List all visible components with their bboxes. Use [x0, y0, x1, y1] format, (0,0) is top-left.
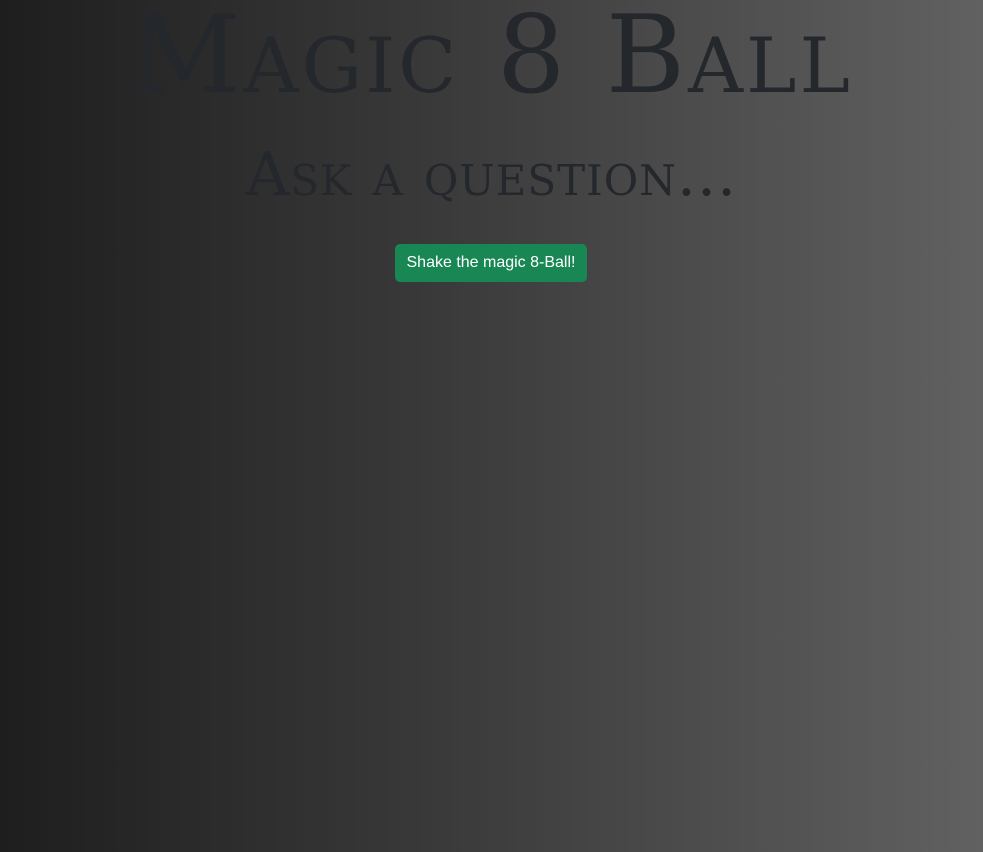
shake-button[interactable]: Shake the magic 8-Ball!	[395, 244, 587, 282]
page-subtitle: Ask a question...	[245, 140, 738, 210]
page: Magic 8 Ball Ask a question... Shake the…	[0, 0, 983, 852]
page-title: Magic 8 Ball	[130, 0, 853, 118]
